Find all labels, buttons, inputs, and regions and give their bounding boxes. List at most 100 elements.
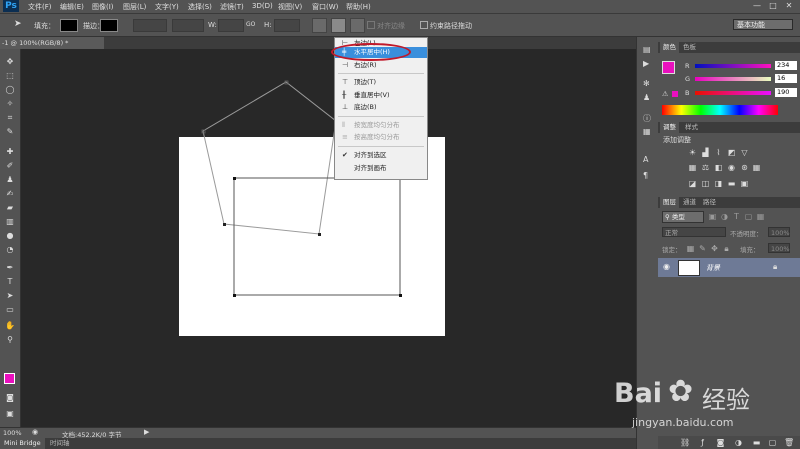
channel-mixer-icon[interactable]: ⊛ bbox=[740, 163, 749, 172]
vibrance-icon[interactable]: ▽ bbox=[740, 148, 749, 157]
character-panel-icon[interactable]: A bbox=[643, 155, 648, 164]
link-layers-icon[interactable]: ⛓ bbox=[680, 438, 690, 447]
photo-filter-icon[interactable]: ◉ bbox=[727, 163, 736, 172]
baidu-watermark: Bai ✿ 经验 jingyan.baidu.com bbox=[612, 372, 797, 432]
levels-icon[interactable]: ▟ bbox=[701, 148, 710, 157]
actions-panel-icon[interactable]: ▶ bbox=[643, 59, 649, 68]
layer-name: 背景 bbox=[706, 264, 720, 272]
green-value[interactable]: 16 bbox=[775, 74, 797, 83]
filter-shape-icon[interactable]: ▢ bbox=[744, 212, 753, 221]
exposure-icon[interactable]: ◩ bbox=[727, 148, 736, 157]
menu-item-distribute-width: ⫴ 按宽度均匀分布 bbox=[335, 120, 427, 131]
invert-icon[interactable]: ◪ bbox=[688, 179, 697, 188]
color-balance-icon[interactable]: ⚖ bbox=[701, 163, 710, 172]
tab-paths[interactable]: 路径 bbox=[700, 197, 719, 208]
gradient-map-icon[interactable]: ▬ bbox=[727, 179, 736, 188]
anchor-point bbox=[223, 223, 226, 226]
eye-visibility-icon[interactable]: ◉ bbox=[663, 262, 670, 271]
menu-item-align-vertical-center[interactable]: ╫ 垂直居中(V) bbox=[335, 90, 427, 101]
menu-item-align-to-selection[interactable]: ✔ 对齐到选区 bbox=[335, 150, 427, 161]
menu-item-align-to-canvas[interactable]: 对齐到画布 bbox=[335, 163, 427, 174]
menu-item-distribute-height: ≡ 按高度均匀分布 bbox=[335, 132, 427, 143]
brightness-icon[interactable]: ☀ bbox=[688, 148, 697, 157]
layers-footer: ⛓ ƒ ◙ ◑ ▬ ▢ 🗑︎ bbox=[658, 436, 800, 449]
tab-styles[interactable]: 样式 bbox=[682, 122, 701, 133]
layer-kind-label: 类型 bbox=[671, 213, 685, 221]
tab-adjustments[interactable]: 调整 bbox=[660, 122, 679, 133]
menu-item-label: 按宽度均匀分布 bbox=[354, 121, 400, 129]
watermark-brand: Bai bbox=[614, 378, 663, 409]
clone-source-icon[interactable]: ♟ bbox=[643, 93, 650, 102]
tab-swatches[interactable]: 色板 bbox=[680, 42, 699, 53]
menu-item-align-right[interactable]: ⊣ 右边(R) bbox=[335, 60, 427, 71]
fill-input[interactable]: 100% bbox=[768, 243, 790, 253]
navigator-panel-icon[interactable]: ▦ bbox=[643, 127, 651, 136]
paragraph-panel-icon[interactable]: ¶ bbox=[643, 171, 648, 180]
tab-timeline[interactable]: 时间轴 bbox=[46, 438, 74, 449]
menu-separator bbox=[338, 73, 424, 74]
lock-paint-icon[interactable]: ✎ bbox=[698, 244, 707, 253]
add-mask-icon[interactable]: ◙ bbox=[716, 438, 725, 447]
layer-thumbnail bbox=[678, 260, 700, 276]
info-panel-icon[interactable]: ⓘ bbox=[643, 113, 651, 124]
filter-pixel-icon[interactable]: ▣ bbox=[708, 212, 717, 221]
red-slider[interactable] bbox=[695, 64, 771, 68]
history-panel-icon[interactable]: ▤ bbox=[643, 45, 651, 54]
posterize-icon[interactable]: ◫ bbox=[701, 179, 710, 188]
new-adjustment-icon[interactable]: ◑ bbox=[734, 438, 743, 447]
threshold-icon[interactable]: ◨ bbox=[714, 179, 723, 188]
anchor-point bbox=[233, 294, 236, 297]
status-menu-arrow-icon[interactable]: ▶ bbox=[144, 428, 149, 436]
menu-item-label: 右边(R) bbox=[354, 61, 377, 69]
tab-color[interactable]: 颜色 bbox=[660, 42, 679, 53]
lock-label: 锁定： bbox=[662, 246, 682, 254]
layer-row-background[interactable]: ◉ 背景 🔒︎ bbox=[658, 258, 800, 277]
filter-smart-icon[interactable]: ▦ bbox=[756, 212, 765, 221]
red-value[interactable]: 234 bbox=[775, 61, 797, 70]
menu-item-label: 按高度均匀分布 bbox=[354, 133, 400, 141]
layers-panel-tabs: 图层 通道 路径 bbox=[658, 197, 800, 208]
color-lookup-icon[interactable]: ▦ bbox=[752, 163, 761, 172]
tab-layers[interactable]: 图层 bbox=[660, 197, 679, 208]
color-ramp[interactable] bbox=[662, 105, 778, 115]
lock-icon: 🔒︎ bbox=[773, 262, 778, 271]
trash-icon[interactable]: 🗑︎ bbox=[784, 438, 794, 447]
anchor-point bbox=[399, 294, 402, 297]
adjust-panel-tabs: 调整 样式 bbox=[658, 122, 800, 133]
blue-value[interactable]: 190 bbox=[775, 88, 797, 97]
distribute-width-icon: ⫴ bbox=[342, 121, 345, 129]
hue-saturation-icon[interactable]: ▦ bbox=[688, 163, 697, 172]
distribute-height-icon: ≡ bbox=[342, 133, 348, 141]
menu-item-align-bottom[interactable]: ⊥ 底边(B) bbox=[335, 102, 427, 113]
brush-panel-icon[interactable]: ✻ bbox=[643, 79, 650, 88]
new-group-icon[interactable]: ▬ bbox=[752, 438, 761, 447]
paw-logo-icon: ✿ bbox=[668, 374, 694, 409]
filter-adjustment-icon[interactable]: ◑ bbox=[720, 212, 729, 221]
opacity-label: 不透明度： bbox=[730, 230, 763, 238]
tab-channels[interactable]: 通道 bbox=[680, 197, 699, 208]
lock-position-icon[interactable]: ✥ bbox=[710, 244, 719, 253]
zoom-level[interactable]: 100% bbox=[3, 429, 22, 437]
tab-mini-bridge[interactable]: Mini Bridge bbox=[0, 438, 45, 449]
menu-item-align-top[interactable]: ⊤ 顶边(T) bbox=[335, 77, 427, 88]
black-white-icon[interactable]: ◧ bbox=[714, 163, 723, 172]
watermark-url: jingyan.baidu.com bbox=[632, 416, 734, 429]
lock-pixels-icon[interactable]: ▦ bbox=[686, 244, 695, 253]
status-icon: ◉ bbox=[32, 428, 39, 436]
blend-mode-select[interactable]: 正常 bbox=[662, 227, 726, 237]
layer-kind-filter[interactable]: ⚲ 类型 bbox=[662, 211, 704, 223]
menu-item-label: 对齐到选区 bbox=[354, 151, 387, 159]
green-slider[interactable] bbox=[695, 77, 771, 81]
fill-label: 填充： bbox=[740, 246, 760, 254]
foreground-color-preview[interactable] bbox=[662, 61, 675, 74]
gamut-swatch[interactable] bbox=[672, 91, 678, 97]
lock-all-icon[interactable]: 🔒︎ bbox=[722, 244, 731, 253]
selective-color-icon[interactable]: ▣ bbox=[740, 179, 749, 188]
blue-slider[interactable] bbox=[695, 91, 771, 95]
opacity-input[interactable]: 100% bbox=[768, 227, 790, 237]
filter-type-icon[interactable]: T bbox=[732, 212, 741, 221]
new-layer-icon[interactable]: ▢ bbox=[768, 438, 777, 447]
warning-icon: ⚠ bbox=[662, 90, 669, 98]
fx-icon[interactable]: ƒ bbox=[698, 438, 707, 447]
curves-icon[interactable]: ⌇ bbox=[714, 148, 723, 157]
